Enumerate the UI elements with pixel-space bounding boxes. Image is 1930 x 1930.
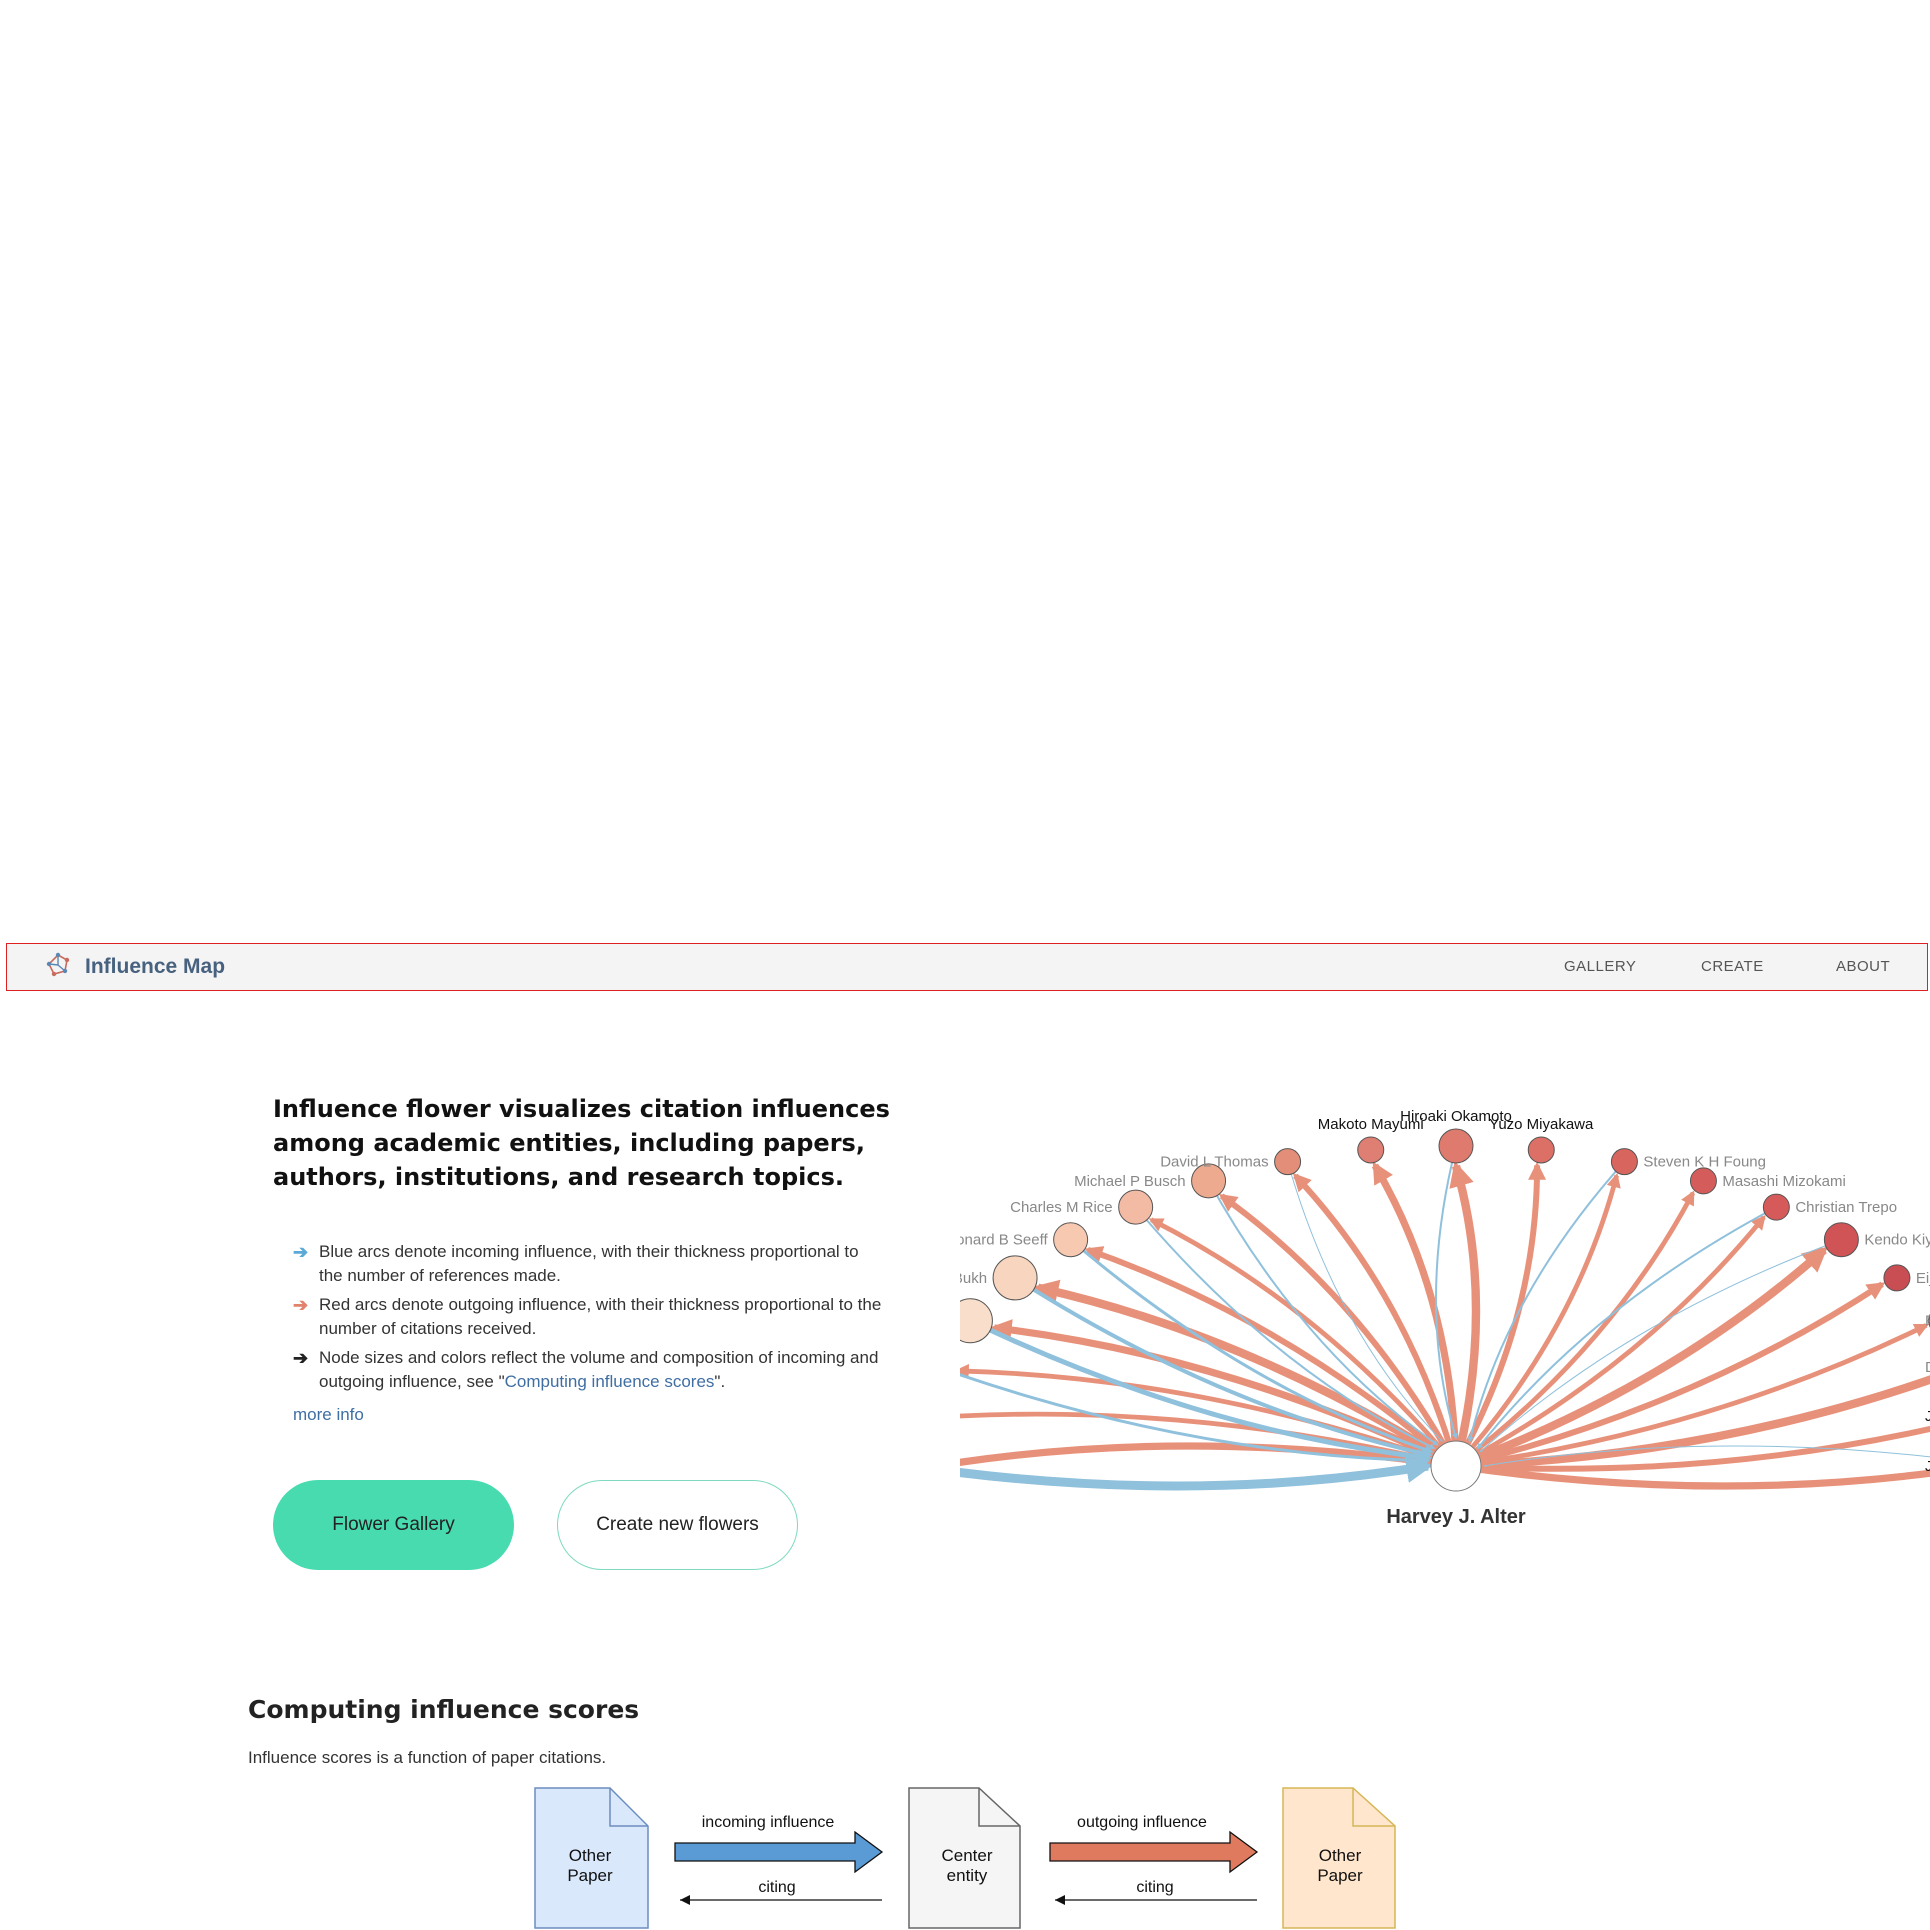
bullet-outgoing-text: Red arcs denote outgoing influence, with… [319,1295,882,1338]
center-node[interactable] [1430,1440,1482,1492]
left-doc-line1: Other [569,1846,612,1865]
citing-left-label: citing [758,1879,795,1896]
citing-right-label: citing [1136,1879,1173,1896]
nav-about[interactable]: ABOUT [1836,944,1890,990]
flower-node-label: Leonard B Seeff [960,1232,1048,1249]
flower-node-label: Kendo Kiyosawa [1864,1232,1930,1249]
flower-node[interactable] [1883,1264,1911,1292]
navbar: Influence Map GALLERY CREATE ABOUT [6,943,1928,991]
flower-node[interactable] [1118,1189,1154,1225]
brand[interactable]: Influence Map [45,944,225,990]
center-doc-line2: entity [947,1866,988,1885]
feature-list: ➔ Blue arcs denote incoming influence, w… [293,1240,883,1399]
flower-node-label: Michael P Busch [1074,1173,1185,1190]
more-info-link[interactable]: more info [293,1405,364,1425]
flower-node[interactable] [1762,1193,1790,1221]
right-doc-line2: Paper [1317,1866,1363,1885]
bullet-incoming-text: Blue arcs denote incoming influence, wit… [319,1242,859,1285]
black-arrow-icon: ➔ [293,1348,309,1368]
other-paper-right-doc: Other Paper [1282,1787,1396,1929]
outgoing-arc [1449,1161,1481,1468]
flower-node-label: Peijer Chen [1925,1313,1930,1330]
flower-node[interactable] [1438,1128,1474,1164]
flower-node[interactable] [1053,1222,1089,1258]
bullet-nodes-text-after: ". [714,1372,726,1391]
right-doc-line1: Other [1319,1846,1362,1865]
flower-node[interactable] [1689,1167,1717,1195]
red-arrow-icon: ➔ [293,1295,309,1315]
computing-scores-link[interactable]: Computing influence scores [505,1372,715,1391]
citing-left-arrow: citing [680,1879,882,1905]
flower-node-label: Dingshinn Chen [1925,1359,1930,1376]
create-flowers-button[interactable]: Create new flowers [557,1480,798,1570]
blue-arrow-icon: ➔ [293,1242,309,1262]
flower-node[interactable] [1823,1222,1859,1258]
flower-node-label: David L Thomas [1160,1154,1268,1171]
incoming-arc [960,1456,1434,1491]
influence-diagram: Other Paper Center entity Other Paper in… [534,1787,1396,1929]
flower-node-label: Jens Bukh [960,1270,987,1287]
nav-create[interactable]: CREATE [1701,944,1764,990]
center-entity-doc: Center entity [908,1787,1021,1929]
scores-section-title: Computing influence scores [248,1695,640,1724]
center-node-label: Harvey J. Alter [1386,1506,1526,1528]
center-doc-line1: Center [941,1846,992,1865]
scores-section-description: Influence scores is a function of paper … [248,1748,607,1767]
outgoing-influence-label: outgoing influence [1077,1814,1207,1831]
flower-node[interactable] [960,1298,993,1344]
incoming-influence-label: incoming influence [702,1814,835,1831]
flower-node-label: Yuzo Miyakawa [1489,1116,1594,1133]
flower-node[interactable] [1274,1148,1302,1176]
flower-node-label: Masashi Mizokami [1722,1173,1845,1190]
flower-gallery-button[interactable]: Flower Gallery [273,1480,514,1570]
flower-node[interactable] [992,1255,1038,1301]
incoming-influence-arrow: incoming influence [674,1814,884,1874]
bullet-nodes: ➔ Node sizes and colors reflect the volu… [293,1346,883,1394]
hero-headline: Influence flower visualizes citation inf… [273,1095,890,1191]
citing-right-arrow: citing [1055,1879,1257,1905]
flower-node[interactable] [1357,1136,1385,1164]
other-paper-left-doc: Other Paper [534,1787,649,1929]
outgoing-influence-arrow: outgoing influence [1049,1814,1259,1874]
flower-node-label: Jiahorng Kao [1925,1408,1930,1425]
flower-node-label: Jack T Stapleton [1925,1458,1930,1475]
flower-node-label: Christian Trepo [1795,1199,1897,1216]
flower-node[interactable] [1610,1148,1638,1176]
left-doc-line2: Paper [567,1866,613,1885]
flower-node-label: Eiji Tanaka [1916,1270,1930,1287]
influence-flower-chart[interactable]: Robert H PurcellJay H HoofnagleJules L D… [960,1078,1930,1538]
flower-node[interactable] [1527,1136,1555,1164]
flower-node-label: Charles M Rice [1010,1199,1113,1216]
influence-map-logo-icon [45,952,71,983]
brand-title[interactable]: Influence Map [85,955,225,979]
nav-gallery[interactable]: GALLERY [1564,944,1636,990]
bullet-outgoing: ➔ Red arcs denote outgoing influence, wi… [293,1293,883,1341]
bullet-incoming: ➔ Blue arcs denote incoming influence, w… [293,1240,883,1288]
